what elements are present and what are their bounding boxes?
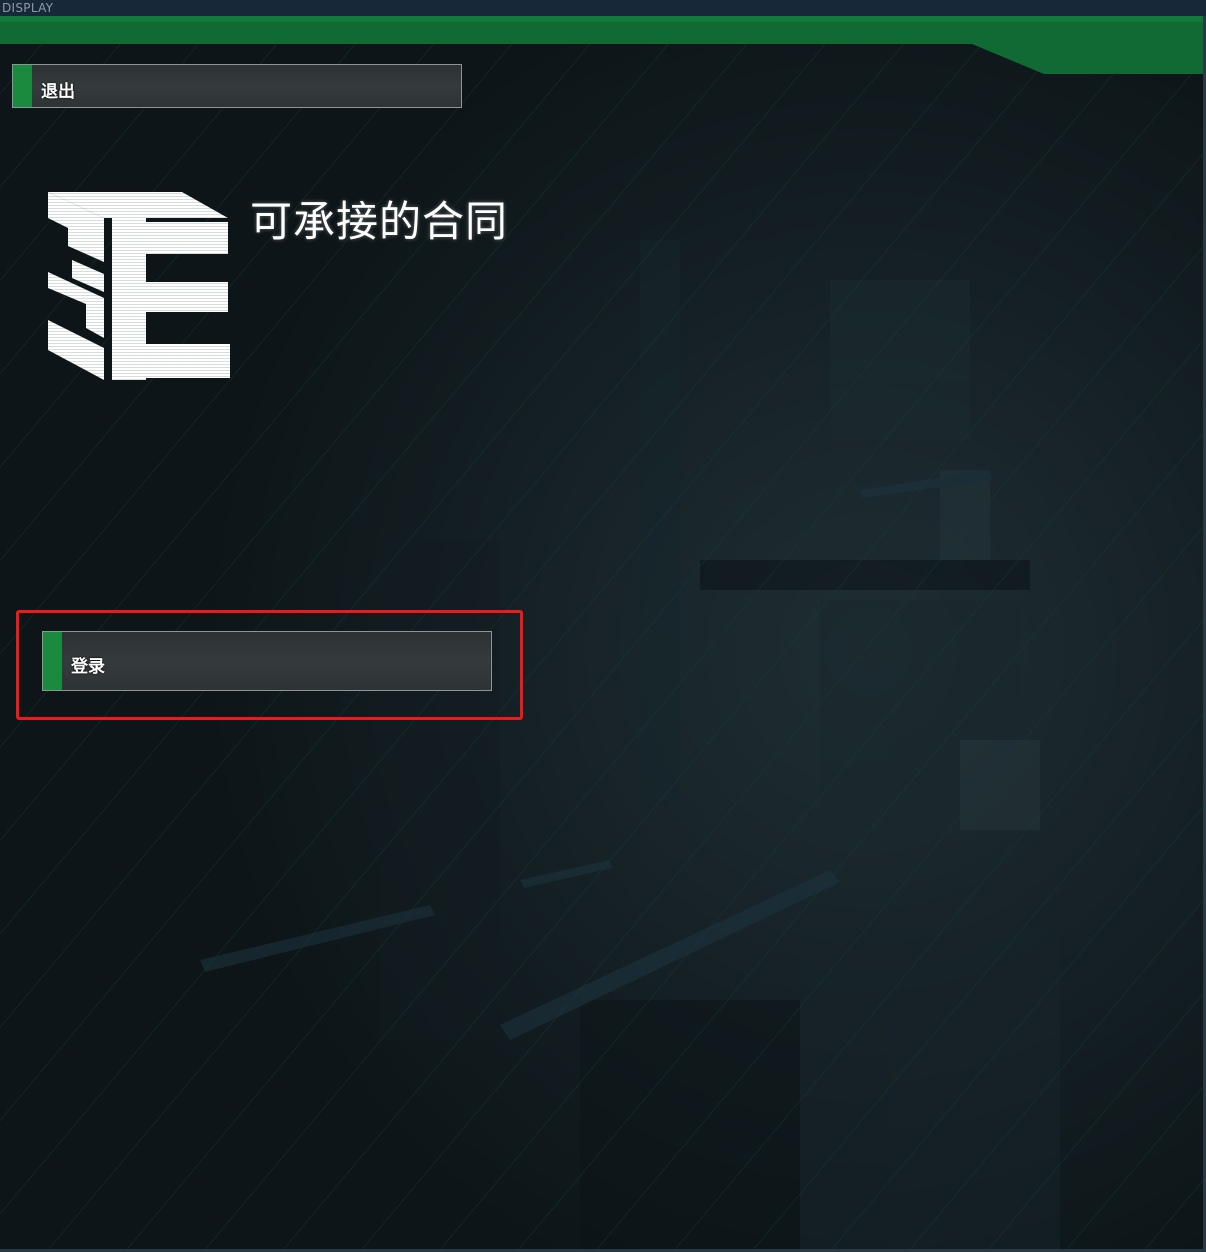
app-window: DISPLAY 退出 可承接的合同 登录 xyxy=(0,0,1206,1252)
3e-logo-icon xyxy=(48,192,230,380)
exit-button[interactable]: 退出 xyxy=(12,64,462,108)
title-bar: DISPLAY xyxy=(0,0,1206,16)
button-accent xyxy=(13,65,32,107)
window-title: DISPLAY xyxy=(2,1,54,15)
page-title: 可承接的合同 xyxy=(250,197,509,246)
highlight-box xyxy=(16,610,523,720)
exit-button-label: 退出 xyxy=(41,82,75,102)
